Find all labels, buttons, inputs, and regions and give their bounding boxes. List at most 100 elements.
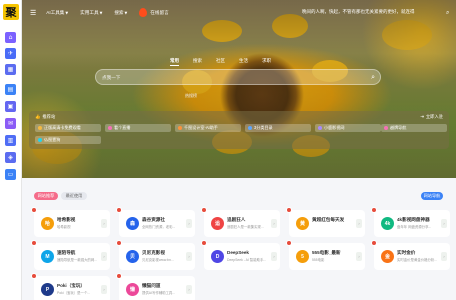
site-card[interactable]: 森 森谷资源社 全网热门资源，老彩... › [116, 207, 195, 237]
site-title: 森谷资源社 [142, 217, 165, 222]
site-card[interactable]: D DeepSeek DeepSeek - AI 智能助手... › [201, 240, 280, 270]
site-desc: 速陌导航是一款强大的网... [57, 258, 98, 262]
chevron-right-icon[interactable]: › [271, 219, 277, 228]
doc-icon[interactable]: ▤ [5, 84, 16, 95]
site-dot-icon [38, 126, 42, 130]
hot-badge-icon [116, 240, 122, 246]
recommended-header: 👍 推荐站 [35, 114, 55, 120]
chevron-right-icon[interactable]: › [356, 252, 362, 261]
site-desc: DeepSeek - AI 智能助手... [227, 258, 267, 262]
table-icon[interactable]: ▥ [5, 135, 16, 146]
tab-search[interactable]: 搜索 [193, 58, 202, 64]
submit-site-link[interactable]: ⇥ 立即入驻 [420, 114, 443, 120]
tab-community[interactable]: 社区 [216, 58, 225, 64]
site-card[interactable]: M 速陌导航 速陌导航是一款强大的网... › [31, 240, 110, 270]
tab-common[interactable]: 常用 [170, 58, 179, 66]
quick-link-label: 千图设计室-AI助手 [184, 125, 218, 130]
quick-link[interactable]: 看个直播 [105, 124, 171, 132]
search-category-tabs: 常用 搜索 社区 生活 求职 [170, 58, 271, 66]
card-icon[interactable]: ▭ [5, 169, 16, 180]
chevron-right-icon[interactable]: › [101, 252, 107, 261]
grid-icon[interactable]: ▦ [5, 64, 16, 75]
greeting-text: 晚间的人啊，快起，不管有那也无关紧要的更好，就连得 [302, 9, 415, 14]
site-dot-icon [178, 126, 182, 130]
game-icon[interactable]: ◈ [5, 152, 16, 163]
site-card[interactable]: 黄 黄超红包每天发 › [286, 207, 365, 237]
quick-link[interactable]: 3分类目录 [245, 124, 311, 132]
hot-badge-icon [371, 240, 377, 246]
search-input[interactable] [102, 73, 352, 82]
nav-item-ai-tools[interactable]: AI工具集 ▼ [46, 10, 68, 16]
search-hot-label: 热搜榜 [185, 93, 197, 98]
chevron-right-icon[interactable]: › [101, 285, 107, 294]
site-desc: 贝尼克影视www.bn... [142, 258, 174, 262]
sidebar: 聚 ⌂ ✈ ▦ ▤ ▣ ✉ ▥ ◈ ▭ [0, 0, 22, 300]
site-logo-icon: M [41, 250, 54, 263]
chevron-right-icon[interactable]: › [441, 219, 447, 228]
site-desc: 追剧狂人是一款集实现... [227, 225, 264, 229]
site-card[interactable]: 4k 4k影视网盘神器 盘年年 网盘资源分享... › [371, 207, 450, 237]
site-logo[interactable]: 聚 [3, 4, 19, 20]
hot-badge-icon [116, 207, 122, 213]
hero-banner [22, 0, 456, 178]
site-logo-icon: 黄 [296, 217, 309, 230]
top-nav: AI工具集 ▼ 实用工具 ▼ 搜索 ▼ 在线留言 [46, 8, 169, 17]
site-dot-icon [108, 126, 112, 130]
recommended-title: 推荐站 [42, 114, 56, 119]
tab-recommended[interactable]: 网站推荐 [34, 192, 58, 200]
quick-link-label: 正版高清卡免费观看 [44, 125, 81, 130]
hot-badge-icon [371, 207, 377, 213]
site-logo-icon: P [41, 283, 54, 296]
quick-link[interactable]: 仏图壹狗 [35, 136, 101, 144]
tab-recent[interactable]: 最近使用 [61, 192, 87, 200]
search-icon[interactable]: ⌕ [446, 9, 449, 17]
site-card[interactable]: 贝 贝尼克影视 贝尼克影视www.bn... › [116, 240, 195, 270]
tab-life[interactable]: 生活 [239, 58, 248, 64]
hot-badge-icon [31, 207, 37, 213]
site-card[interactable]: 哈 哈希影视 哈希影视 › [31, 207, 110, 237]
chevron-right-icon[interactable]: › [186, 252, 192, 261]
hot-badge-icon [286, 207, 292, 213]
nav-item-message[interactable]: 在线留言 [139, 8, 169, 17]
chevron-right-icon[interactable]: › [186, 219, 192, 228]
site-desc: 555电影 [312, 258, 325, 262]
hot-badge-icon [201, 207, 207, 213]
chevron-right-icon[interactable]: › [271, 252, 277, 261]
tab-jobs[interactable]: 求职 [262, 58, 271, 64]
site-card[interactable]: P Poki（宝玩） Poki（宝玩）是一个... › [31, 273, 110, 300]
nav-label: 实用工具 [80, 9, 99, 15]
quick-link[interactable]: 正版高清卡免费观看 [35, 124, 101, 132]
chevron-right-icon[interactable]: › [441, 252, 447, 261]
submit-site-label: 立即入驻 [425, 114, 443, 119]
chevron-right-icon[interactable]: › [186, 285, 192, 294]
recommended-sites-panel: 👍 推荐站 ⇥ 立即入驻 正版高清卡免费观看 看个直播 千图设计室-AI助手 3… [29, 111, 449, 149]
nav-item-search[interactable]: 搜索 ▼ [114, 10, 127, 16]
home-icon[interactable]: ⌂ [5, 32, 16, 43]
chevron-right-icon[interactable]: › [356, 219, 362, 228]
site-card[interactable]: 追 追剧狂人 追剧狂人是一款集实现... › [201, 207, 280, 237]
site-logo-icon: 贝 [126, 250, 139, 263]
site-card[interactable]: 5 555电影_最新 555电影 › [286, 240, 365, 270]
site-title: 懒猫问道 [142, 283, 161, 288]
hamburger-menu-icon[interactable]: ☰ [30, 9, 36, 17]
quick-link[interactable]: 千图设计室-AI助手 [175, 124, 241, 132]
site-title: 555电影_最新 [312, 250, 341, 255]
search-submit-icon[interactable]: ⌕ [371, 73, 375, 82]
site-logo-icon: 4k [381, 217, 394, 230]
chevron-right-icon[interactable]: › [101, 219, 107, 228]
site-card[interactable]: 懒 懒猫问道 提供AI写作辅助工具... › [116, 273, 195, 300]
quick-link[interactable]: 小鹿影视网 [315, 124, 381, 132]
apps-icon[interactable]: ▣ [5, 101, 16, 112]
site-card[interactable]: 金 实时金价 实时金价是黄金价格分析... › [371, 240, 450, 270]
fire-icon [139, 8, 148, 17]
hot-badge-icon [286, 240, 292, 246]
quick-link[interactable]: 越牌导航 [381, 124, 447, 132]
site-cards-section: 网站推荐 最近使用 网站导航 哈 哈希影视 哈希影视 › 森 森谷资源社 全网热… [22, 178, 456, 300]
site-logo-icon: D [211, 250, 224, 263]
site-title: 实时金价 [397, 250, 416, 255]
more-sites-button[interactable]: 网站导航 [421, 192, 443, 200]
chat-icon[interactable]: ✉ [5, 118, 16, 129]
site-dot-icon [248, 126, 252, 130]
plane-icon[interactable]: ✈ [5, 48, 16, 59]
nav-item-utilities[interactable]: 实用工具 ▼ [80, 10, 102, 16]
